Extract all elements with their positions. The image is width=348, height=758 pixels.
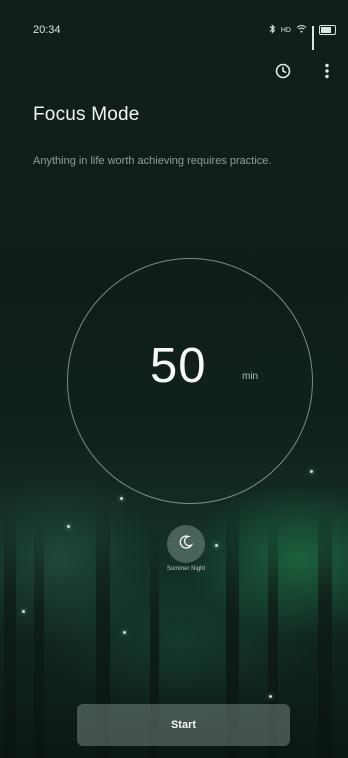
timer-unit: min <box>242 371 259 382</box>
signal-icon <box>312 25 314 50</box>
page-subtitle: Anything in life worth achieving require… <box>33 155 272 167</box>
start-button[interactable]: Start <box>77 704 290 746</box>
battery-icon <box>319 25 336 35</box>
status-bar: 20:34 HD <box>0 0 348 60</box>
history-clock-icon[interactable] <box>272 60 294 82</box>
timer-value[interactable]: 50 <box>150 338 207 394</box>
page-title: Focus Mode <box>33 104 140 125</box>
hd-icon: HD <box>280 26 291 34</box>
more-vert-icon[interactable] <box>316 60 338 82</box>
status-time: 20:34 <box>33 24 61 36</box>
sound-label: Summer Night <box>166 566 206 572</box>
moon-icon <box>178 534 194 555</box>
bluetooth-icon <box>269 23 276 37</box>
sound-button[interactable] <box>167 525 205 563</box>
top-actions <box>272 60 338 82</box>
wifi-icon <box>296 24 307 36</box>
status-icons: HD <box>269 23 336 50</box>
